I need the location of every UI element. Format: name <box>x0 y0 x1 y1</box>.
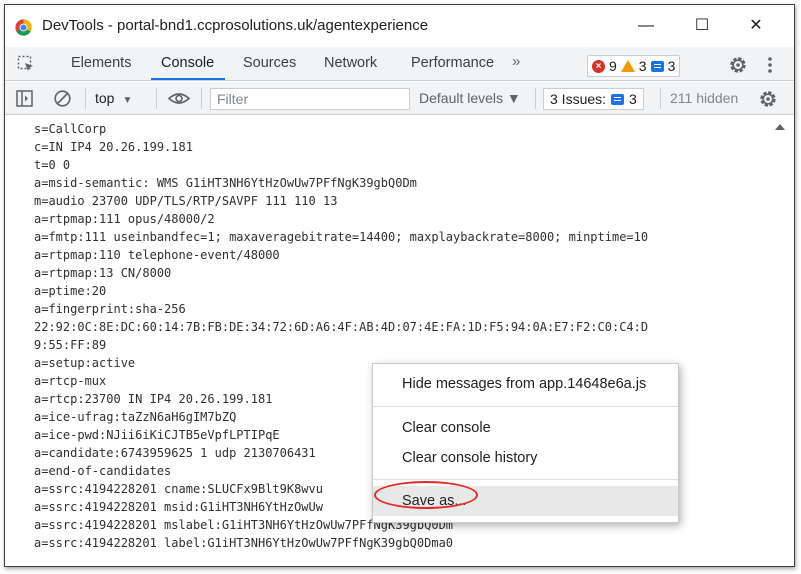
clear-console-icon[interactable] <box>53 89 72 108</box>
toolbar-divider <box>535 88 536 109</box>
warning-count: 3 <box>638 58 647 74</box>
console-line: a=ssrc:4194228201 cname:SLUCFx9Blt9K8wvu <box>34 482 323 496</box>
console-line: a=ptime:20 <box>34 284 107 298</box>
log-levels-dropdown[interactable]: Default levels ▼ <box>419 90 521 106</box>
console-line: a=end-of-candidates <box>34 464 172 478</box>
warning-icon <box>620 60 635 72</box>
console-line: a=setup:active <box>34 356 136 370</box>
tab-network[interactable]: Network <box>324 47 377 80</box>
scroll-up-arrow-icon[interactable] <box>775 124 785 130</box>
more-tabs-button[interactable]: » <box>512 53 520 70</box>
tab-sources[interactable]: Sources <box>243 47 296 80</box>
tab-performance[interactable]: Performance <box>411 47 494 80</box>
hidden-messages-count: 211 hidden <box>670 90 739 106</box>
tab-elements[interactable]: Elements <box>71 47 131 80</box>
issues-button[interactable]: 3 Issues: 3 <box>543 88 644 110</box>
close-button[interactable]: ✕ <box>745 15 767 37</box>
menu-divider <box>373 406 678 407</box>
sidebar-toggle-icon[interactable] <box>15 89 34 108</box>
console-line: a=ice-ufrag:taZzN6aH6gIM7bZQ <box>34 410 237 424</box>
console-line: a=rtpmap:110 telephone-event/48000 <box>34 248 280 262</box>
inspect-element-icon[interactable] <box>17 55 35 73</box>
menu-divider <box>373 479 678 480</box>
tab-console[interactable]: Console <box>161 47 214 80</box>
error-icon: × <box>592 59 605 73</box>
toolbar-divider <box>660 88 661 109</box>
active-tab-indicator <box>151 78 225 80</box>
console-line: 9:55:FF:89 <box>34 338 107 352</box>
minimize-button[interactable]: — <box>635 15 657 37</box>
toolbar-divider <box>156 88 157 109</box>
toolbar-divider <box>201 88 202 109</box>
message-count: 3 <box>667 58 676 74</box>
menu-item-clear-console-history[interactable]: Clear console history <box>373 443 678 473</box>
console-line: s=CallCorp <box>34 122 107 136</box>
console-line: a=fmtp:111 useinbandfec=1; maxaveragebit… <box>34 230 649 244</box>
issues-count: 3 <box>629 91 637 107</box>
console-line: a=rtpmap:13 CN/8000 <box>34 266 172 280</box>
devtools-tab-bar: Elements Console Sources Network Perform… <box>5 47 794 81</box>
annotation-circle <box>374 481 478 509</box>
caret-down-icon: ▼ <box>122 95 133 106</box>
console-settings-gear-icon[interactable] <box>757 88 779 110</box>
more-options-icon[interactable] <box>763 54 777 76</box>
window-title: DevTools - portal-bnd1.ccprosolutions.uk… <box>42 17 429 34</box>
title-bar: DevTools - portal-bnd1.ccprosolutions.uk… <box>5 5 794 47</box>
context-label: top <box>95 90 115 106</box>
filter-input[interactable] <box>210 88 410 110</box>
console-line: a=ssrc:4194228201 label:G1iHT3NH6YtHzOwU… <box>34 536 454 550</box>
console-line: a=fingerprint:sha-256 <box>34 302 186 316</box>
console-line: a=msid-semantic: WMS G1iHT3NH6YtHzOwUw7P… <box>34 176 417 190</box>
console-line: a=rtpmap:111 opus/48000/2 <box>34 212 215 226</box>
message-icon <box>650 60 664 72</box>
console-line: a=ssrc:4194228201 msid:G1iHT3NH6YtHzOwUw <box>34 500 323 514</box>
console-toolbar: top ▼ Default levels ▼ 3 Issues: 3 211 hi… <box>5 82 794 115</box>
message-icon <box>611 93 625 105</box>
chrome-logo-icon <box>15 19 32 36</box>
console-line: a=rtcp-mux <box>34 374 107 388</box>
console-line: a=ice-pwd:NJii6iKiCJTB5eVpfLPTIPqE <box>34 428 280 442</box>
console-line: a=rtcp:23700 IN IP4 20.26.199.181 <box>34 392 273 406</box>
menu-item-clear-console[interactable]: Clear console <box>373 413 678 443</box>
toolbar-divider <box>85 88 86 109</box>
error-count: 9 <box>609 58 617 74</box>
console-line: t=0 0 <box>34 158 71 172</box>
context-selector[interactable]: top ▼ <box>95 90 132 106</box>
console-line: 22:92:0C:8E:DC:60:14:7B:FB:DE:34:72:6D:A… <box>34 320 649 334</box>
console-line: m=audio 23700 UDP/TLS/RTP/SAVPF 111 110 … <box>34 194 338 208</box>
issues-label: 3 Issues: <box>550 91 607 107</box>
maximize-button[interactable]: ☐ <box>691 15 713 37</box>
gear-icon[interactable] <box>727 54 749 76</box>
console-line: c=IN IP4 20.26.199.181 <box>34 140 193 154</box>
issue-counters[interactable]: × 9 3 3 <box>587 55 681 77</box>
menu-item-hide-messages[interactable]: Hide messages from app.14648e6a.js <box>373 369 678 399</box>
eye-icon[interactable] <box>167 89 191 108</box>
